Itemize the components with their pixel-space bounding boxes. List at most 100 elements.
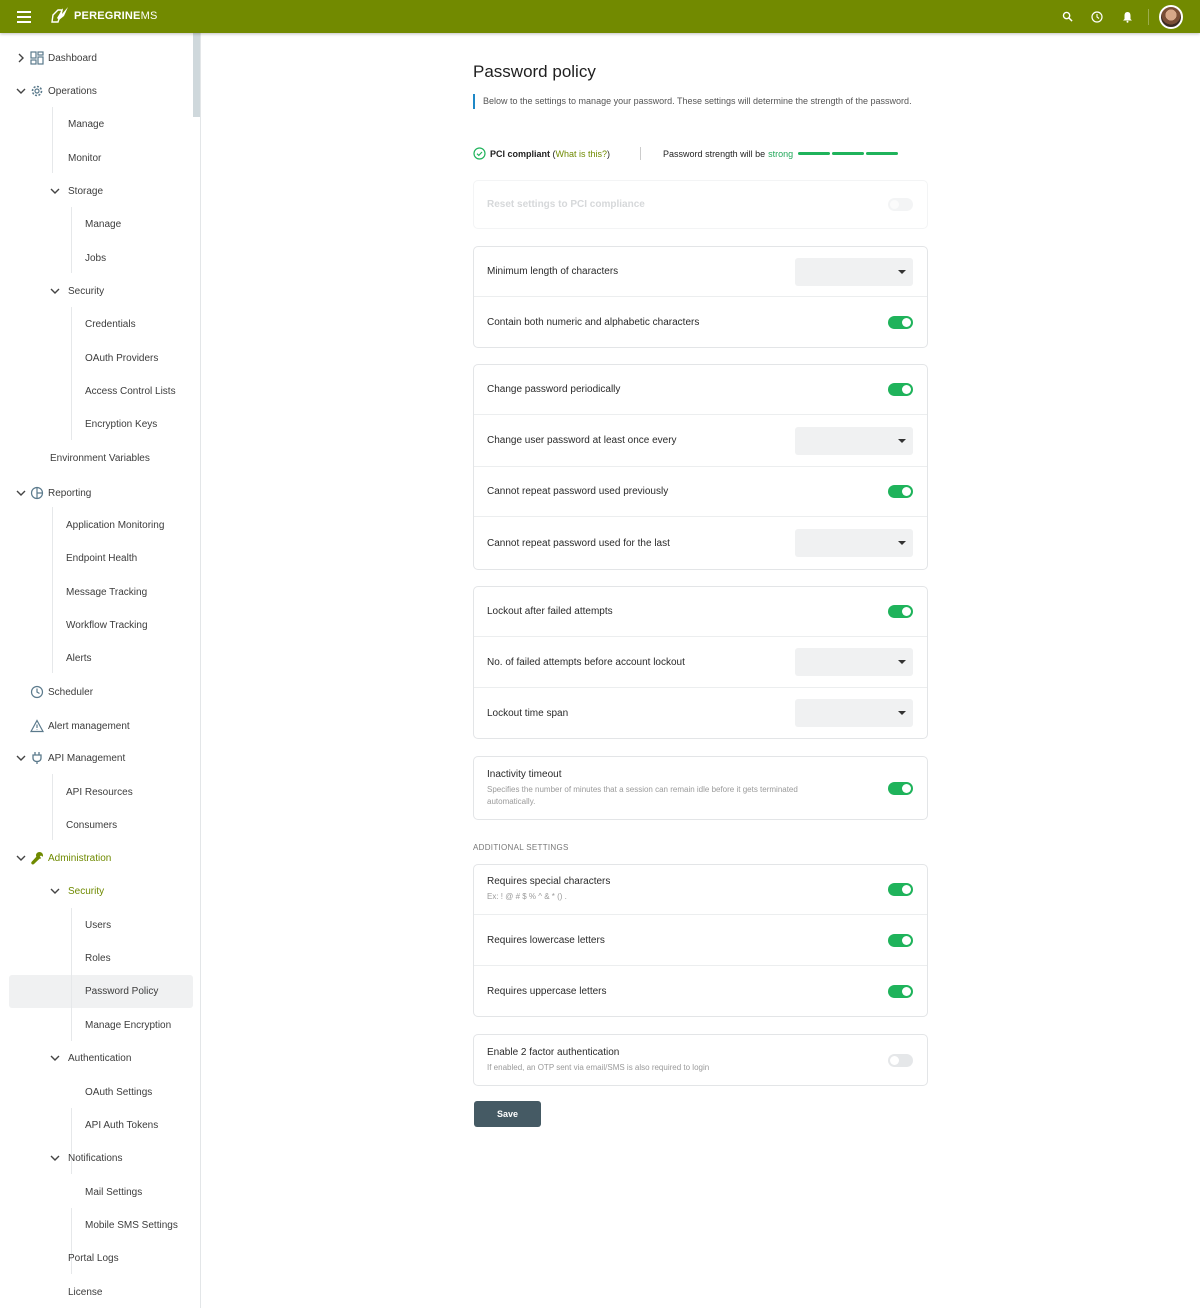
plug-icon	[30, 751, 44, 765]
lockout-timespan-select[interactable]	[795, 699, 913, 727]
check-circle-icon	[473, 147, 486, 160]
sidebar-item-environment-variables[interactable]: Environment Variables	[50, 448, 150, 468]
brand-logo[interactable]: PEREGRINE MS	[48, 6, 158, 26]
sidebar-item-api-management[interactable]: API Management	[16, 748, 125, 768]
change-periodically-toggle[interactable]	[888, 383, 913, 396]
sidebar-item-label: Manage	[85, 218, 122, 230]
sidebar-item-portal-logs[interactable]: Portal Logs	[68, 1248, 119, 1268]
alphanumeric-toggle[interactable]	[888, 315, 913, 329]
sidebar-item-manage-encryption[interactable]: Manage Encryption	[85, 1015, 171, 1035]
sidebar-item-scheduler[interactable]: Scheduler	[30, 682, 93, 702]
sidebar-item-mail-settings[interactable]: Mail Settings	[85, 1182, 142, 1202]
compliance-status-row: PCI compliant (What is this?) Password s…	[473, 146, 928, 161]
min-length-select[interactable]	[795, 257, 913, 286]
sidebar-item-label: OAuth Settings	[85, 1086, 153, 1098]
sidebar-item-authentication[interactable]: Authentication	[50, 1048, 131, 1068]
sidebar-item-label: Alert management	[48, 720, 130, 732]
sidebar-item-api-auth-tokens[interactable]: API Auth Tokens	[85, 1115, 158, 1135]
sidebar-item-application-monitoring[interactable]: Application Monitoring	[66, 515, 164, 535]
failed-attempts-select[interactable]	[795, 648, 913, 676]
sidebar-item-administration[interactable]: Administration	[16, 848, 111, 868]
no-repeat-toggle[interactable]	[888, 485, 913, 498]
sidebar-item-password-policy[interactable]: Password Policy	[85, 981, 158, 1001]
settings-card-length: Minimum length of characters Contain bot…	[473, 246, 928, 348]
sidebar-scrollbar[interactable]	[193, 33, 200, 117]
settings-card-2fa: Enable 2 factor authentication If enable…	[473, 1034, 928, 1086]
tree-guide	[71, 207, 72, 273]
setting-label: Enable 2 factor authentication	[487, 1046, 620, 1058]
tree-guide	[52, 507, 53, 673]
sidebar-item-access-control-lists[interactable]: Access Control Lists	[85, 381, 176, 401]
sidebar-item-label: Credentials	[85, 318, 136, 330]
top-bar: PEREGRINE MS	[0, 0, 1200, 33]
chevron-down-icon	[50, 1053, 60, 1063]
sidebar-item-alert-management[interactable]: Alert management	[30, 716, 130, 736]
what-is-this-link[interactable]: What is this?	[556, 149, 608, 159]
sidebar-item-endpoint-health[interactable]: Endpoint Health	[66, 548, 137, 568]
user-avatar[interactable]	[1159, 4, 1183, 29]
sidebar-item-label: Consumers	[66, 819, 118, 831]
sidebar-item-consumers[interactable]: Consumers	[66, 815, 117, 835]
repeat-history-select[interactable]	[795, 529, 913, 557]
setting-row: Lockout after failed attempts	[474, 587, 927, 637]
gear-icon	[30, 84, 44, 98]
brand-name-bold: PEREGRINE	[74, 10, 141, 22]
setting-label: Change user password at least once every	[487, 435, 677, 446]
sidebar-item-ops-security[interactable]: Security	[50, 281, 104, 301]
sidebar-item-oauth-providers[interactable]: OAuth Providers	[85, 348, 158, 368]
sidebar-item-api-resources[interactable]: API Resources	[66, 782, 133, 802]
sidebar-item-encryption-keys[interactable]: Encryption Keys	[85, 414, 157, 434]
sidebar-item-label: Users	[85, 919, 112, 931]
sidebar-item-operations-manage[interactable]: Manage	[68, 114, 104, 134]
sidebar-item-label: Mobile SMS Settings	[85, 1219, 178, 1231]
pci-compliant-label: PCI compliant	[490, 148, 551, 159]
two-factor-toggle[interactable]	[888, 1053, 913, 1067]
sidebar-item-label: Manage Encryption	[85, 1019, 172, 1031]
sidebar-item-admin-security[interactable]: Security	[50, 881, 104, 901]
lowercase-toggle[interactable]	[888, 933, 913, 947]
sidebar-item-jobs[interactable]: Jobs	[85, 248, 106, 268]
menu-icon[interactable]	[17, 11, 31, 23]
settings-card-additional: Requires special characters Ex: ! @ # $ …	[473, 864, 928, 1017]
setting-label: Requires special characters	[487, 876, 611, 887]
sidebar-nav: Dashboard Operations Manage Monitor Stor…	[0, 33, 201, 1308]
chevron-down-icon	[50, 886, 60, 896]
setting-row: Requires uppercase letters	[474, 966, 927, 1016]
lockout-toggle[interactable]	[888, 605, 913, 618]
change-interval-select[interactable]	[795, 426, 913, 455]
sidebar-item-dashboard[interactable]: Dashboard	[16, 48, 97, 68]
inactivity-timeout-toggle[interactable]	[888, 781, 913, 795]
sidebar-item-message-tracking[interactable]: Message Tracking	[66, 582, 147, 602]
sidebar-item-license[interactable]: License	[68, 1282, 102, 1302]
sidebar-item-notifications[interactable]: Notifications	[50, 1148, 122, 1168]
sidebar-item-roles[interactable]: Roles	[85, 948, 111, 968]
sidebar-item-operations-monitor[interactable]: Monitor	[68, 148, 101, 168]
reset-pci-label: Reset settings to PCI compliance	[487, 199, 645, 210]
sidebar-item-alerts[interactable]: Alerts	[66, 648, 92, 668]
sidebar-item-label: Manage	[68, 118, 105, 130]
bell-icon[interactable]	[1112, 0, 1142, 33]
chevron-down-icon	[16, 853, 26, 863]
sidebar-item-mobile-sms-settings[interactable]: Mobile SMS Settings	[85, 1215, 178, 1235]
sidebar-item-operations[interactable]: Operations	[16, 81, 97, 101]
pie-chart-icon	[30, 486, 44, 500]
reset-pci-toggle[interactable]	[888, 198, 913, 211]
sidebar-item-credentials[interactable]: Credentials	[85, 314, 136, 334]
history-icon[interactable]	[1082, 0, 1112, 33]
sidebar-item-storage-manage[interactable]: Manage	[85, 214, 121, 234]
setting-row: Lockout time span	[474, 688, 927, 738]
sidebar-item-workflow-tracking[interactable]: Workflow Tracking	[66, 615, 148, 635]
special-characters-toggle[interactable]	[888, 883, 913, 896]
sidebar-item-storage[interactable]: Storage	[50, 181, 103, 201]
chevron-right-icon	[16, 53, 26, 63]
sidebar-item-reporting[interactable]: Reporting	[16, 483, 91, 503]
search-icon[interactable]	[1052, 0, 1082, 33]
chevron-down-icon	[16, 488, 26, 498]
setting-label: Lockout after failed attempts	[487, 606, 613, 617]
uppercase-toggle[interactable]	[888, 984, 913, 998]
sidebar-item-users[interactable]: Users	[85, 915, 111, 935]
setting-label: Requires lowercase letters	[487, 934, 605, 946]
setting-row: Minimum length of characters	[474, 247, 927, 297]
sidebar-item-oauth-settings[interactable]: OAuth Settings	[85, 1082, 152, 1102]
save-button[interactable]: Save	[474, 1101, 541, 1127]
